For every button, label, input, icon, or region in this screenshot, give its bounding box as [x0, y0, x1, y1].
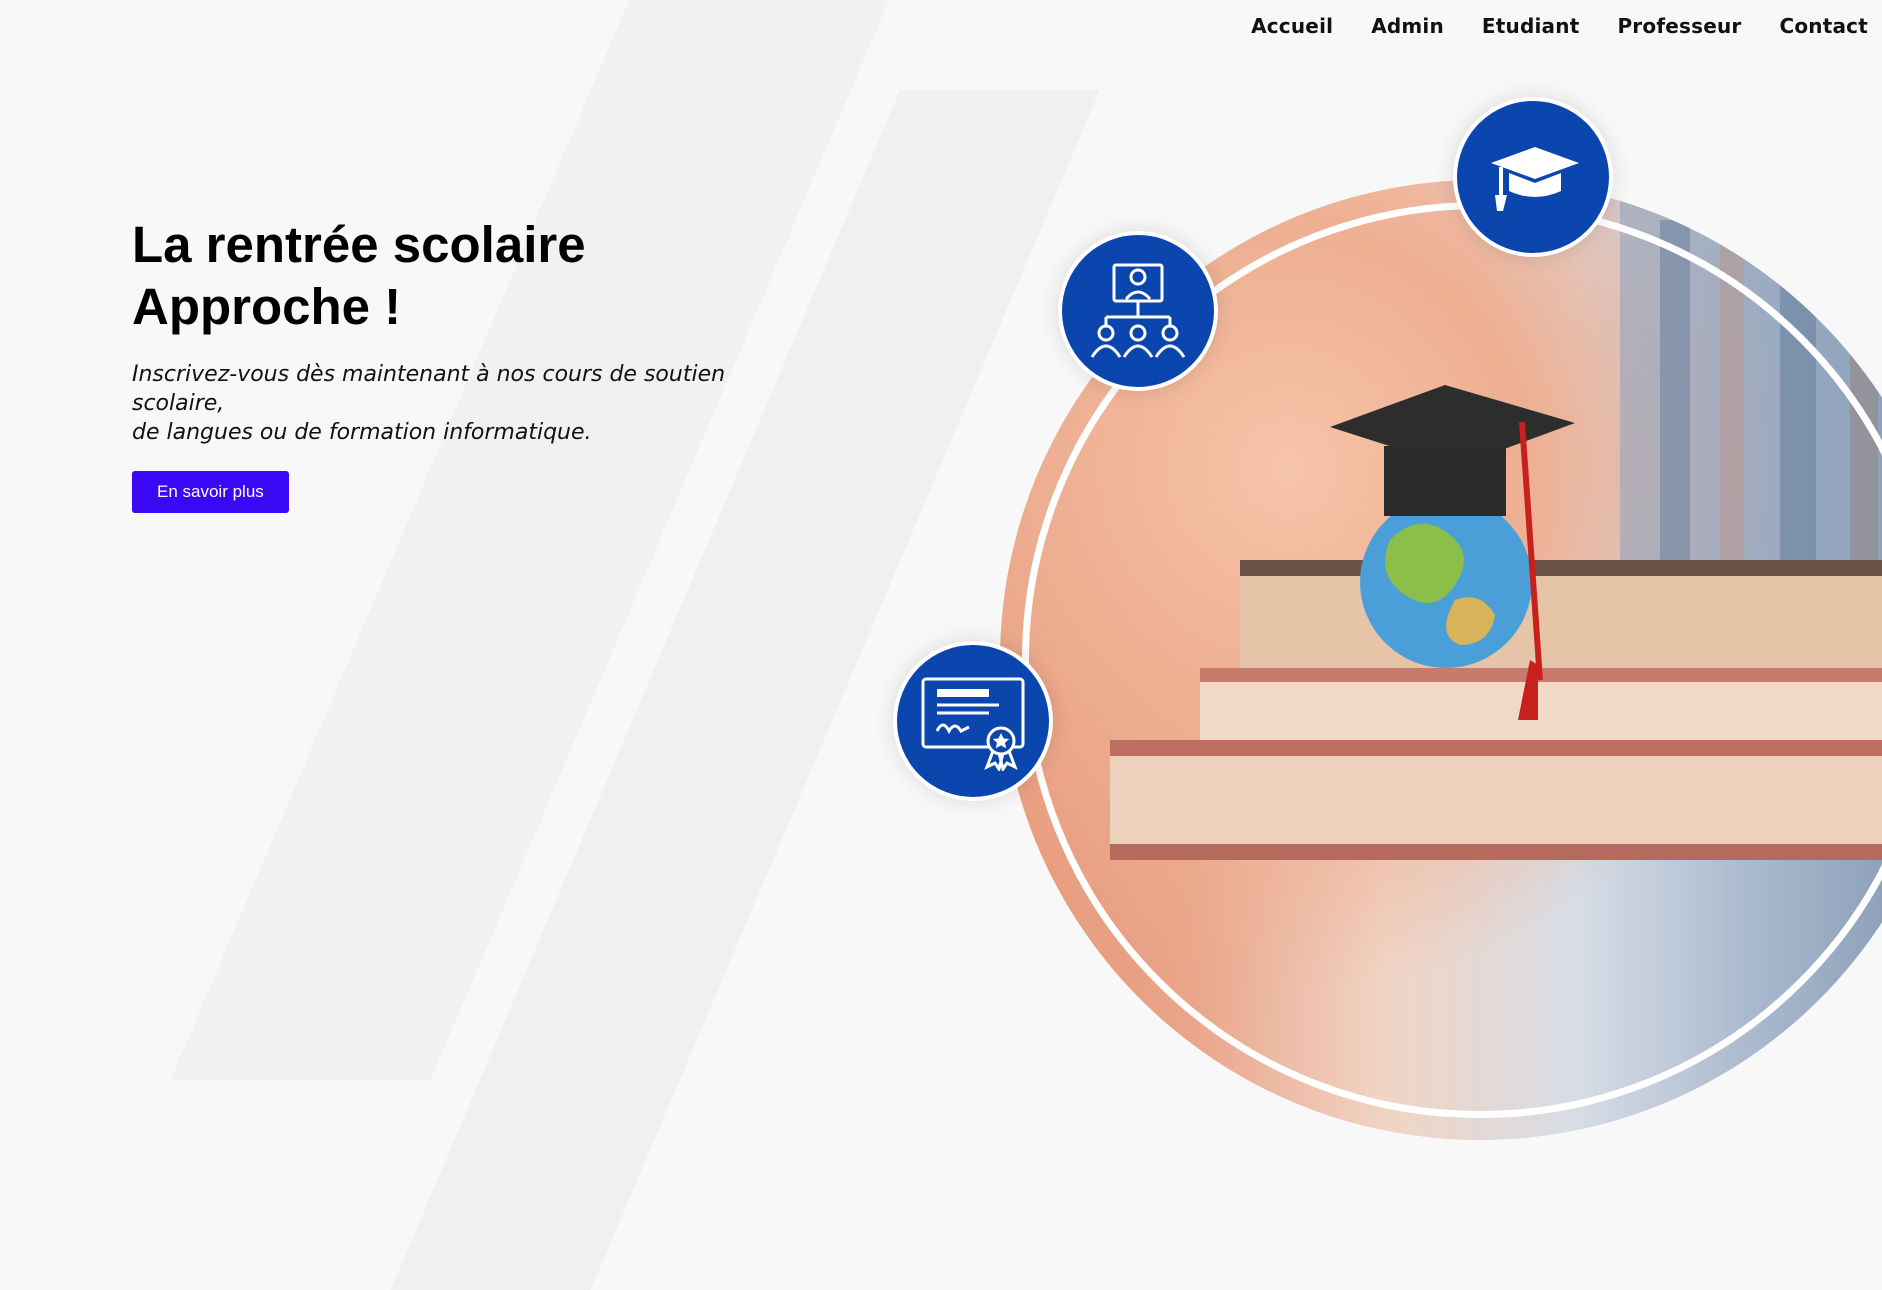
certificate-icon — [893, 641, 1053, 801]
graduation-cap-icon — [1453, 97, 1613, 257]
classroom-people-icon — [1058, 231, 1218, 391]
hero-section: La rentrée scolaire Approche ! Inscrivez… — [132, 214, 832, 513]
hero-title: La rentrée scolaire Approche ! — [132, 214, 832, 338]
main-navigation: Accueil Admin Etudiant Professeur Contac… — [1251, 14, 1868, 38]
nav-item-accueil[interactable]: Accueil — [1251, 14, 1333, 38]
nav-item-etudiant[interactable]: Etudiant — [1482, 14, 1580, 38]
hero-title-line-1: La rentrée scolaire — [132, 216, 586, 273]
books-illustration — [1110, 180, 1882, 860]
nav-item-professeur[interactable]: Professeur — [1617, 14, 1741, 38]
books-globe-photo — [1000, 180, 1882, 1140]
nav-item-contact[interactable]: Contact — [1779, 14, 1868, 38]
hero-subtitle-line-1: Inscrivez-vous dès maintenant à nos cour… — [132, 362, 726, 416]
learn-more-button[interactable]: En savoir plus — [132, 471, 289, 513]
nav-item-admin[interactable]: Admin — [1371, 14, 1444, 38]
decorative-ring — [1022, 202, 1882, 1118]
hero-subtitle-line-2: de langues ou de formation informatique. — [132, 420, 592, 445]
hero-title-line-2: Approche ! — [132, 278, 402, 335]
hero-subtitle: Inscrivez-vous dès maintenant à nos cour… — [132, 360, 822, 447]
